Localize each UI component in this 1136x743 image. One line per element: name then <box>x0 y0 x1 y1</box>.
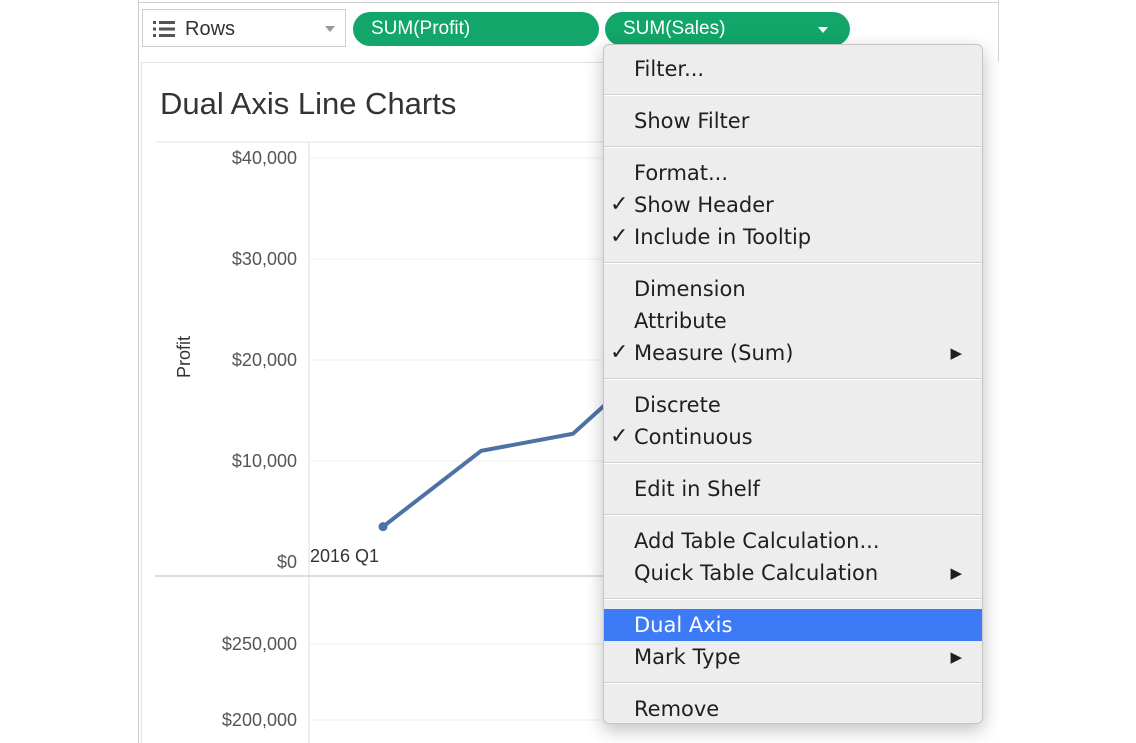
menu-item-label: Quick Table Calculation <box>634 561 879 585</box>
menu-separator <box>604 682 982 684</box>
submenu-arrow-icon: ▶ <box>950 564 962 582</box>
menu-item-mark-type[interactable]: Mark Type ▶ <box>604 641 982 673</box>
submenu-arrow-icon: ▶ <box>950 648 962 666</box>
series-line-profit <box>381 398 612 529</box>
menu-item-label: Discrete <box>634 393 721 417</box>
y-axis-label: Profit <box>174 336 194 378</box>
menu-separator <box>604 462 982 464</box>
data-label: 2016 Q1 <box>310 546 379 566</box>
menu-item-measure-sum[interactable]: ✓ Measure (Sum) ▶ <box>604 337 982 369</box>
menu-separator <box>604 146 982 148</box>
menu-item-label: Include in Tooltip <box>634 225 812 249</box>
menu-item-format[interactable]: Format... <box>604 157 982 189</box>
menu-item-attribute[interactable]: Attribute <box>604 305 982 337</box>
menu-item-label: Filter... <box>634 57 705 81</box>
menu-item-continuous[interactable]: ✓ Continuous <box>604 421 982 453</box>
menu-item-label: Dimension <box>634 277 746 301</box>
submenu-arrow-icon: ▶ <box>950 344 962 362</box>
pill-context-menu: Filter... Show Filter Format... ✓ Show Heade… <box>603 44 983 724</box>
menu-item-label: Edit in Shelf <box>634 477 760 501</box>
menu-item-label: Dual Axis <box>634 613 733 637</box>
y-tick-label: $200,000 <box>222 710 297 730</box>
menu-item-quick-table-calculation[interactable]: Quick Table Calculation ▶ <box>604 557 982 589</box>
menu-separator <box>604 514 982 516</box>
menu-separator <box>604 598 982 600</box>
menu-item-include-in-tooltip[interactable]: ✓ Include in Tooltip <box>604 221 982 253</box>
menu-separator <box>604 262 982 264</box>
menu-item-filter[interactable]: Filter... <box>604 53 982 85</box>
menu-item-show-header[interactable]: ✓ Show Header <box>604 189 982 221</box>
checkmark-icon: ✓ <box>610 192 629 217</box>
y-tick-label: $250,000 <box>222 634 297 654</box>
y-tick-label: $0 <box>277 552 297 572</box>
menu-item-label: Attribute <box>634 309 727 333</box>
checkmark-icon: ✓ <box>610 424 629 449</box>
checkmark-icon: ✓ <box>610 340 629 365</box>
menu-item-add-table-calculation[interactable]: Add Table Calculation... <box>604 525 982 557</box>
menu-item-edit-in-shelf[interactable]: Edit in Shelf <box>604 473 982 505</box>
checkmark-icon: ✓ <box>610 224 629 249</box>
menu-item-label: Show Header <box>634 193 774 217</box>
y-tick-label: $40,000 <box>232 148 297 168</box>
menu-item-label: Add Table Calculation... <box>634 529 880 553</box>
menu-separator <box>604 94 982 96</box>
y-tick-label: $30,000 <box>232 249 297 269</box>
menu-item-dimension[interactable]: Dimension <box>604 273 982 305</box>
menu-item-show-filter[interactable]: Show Filter <box>604 105 982 137</box>
menu-item-dual-axis[interactable]: Dual Axis <box>604 609 982 641</box>
menu-item-label: Show Filter <box>634 109 750 133</box>
menu-item-label: Mark Type <box>634 645 741 669</box>
menu-item-remove[interactable]: Remove <box>604 693 982 725</box>
y-tick-label: $10,000 <box>232 451 297 471</box>
menu-separator <box>604 378 982 380</box>
data-point[interactable] <box>378 522 388 532</box>
menu-item-label: Format... <box>634 161 729 185</box>
menu-item-label: Remove <box>634 697 720 721</box>
menu-item-label: Measure (Sum) <box>634 341 794 365</box>
menu-item-discrete[interactable]: Discrete <box>604 389 982 421</box>
y-tick-label: $20,000 <box>232 350 297 370</box>
menu-item-label: Continuous <box>634 425 753 449</box>
